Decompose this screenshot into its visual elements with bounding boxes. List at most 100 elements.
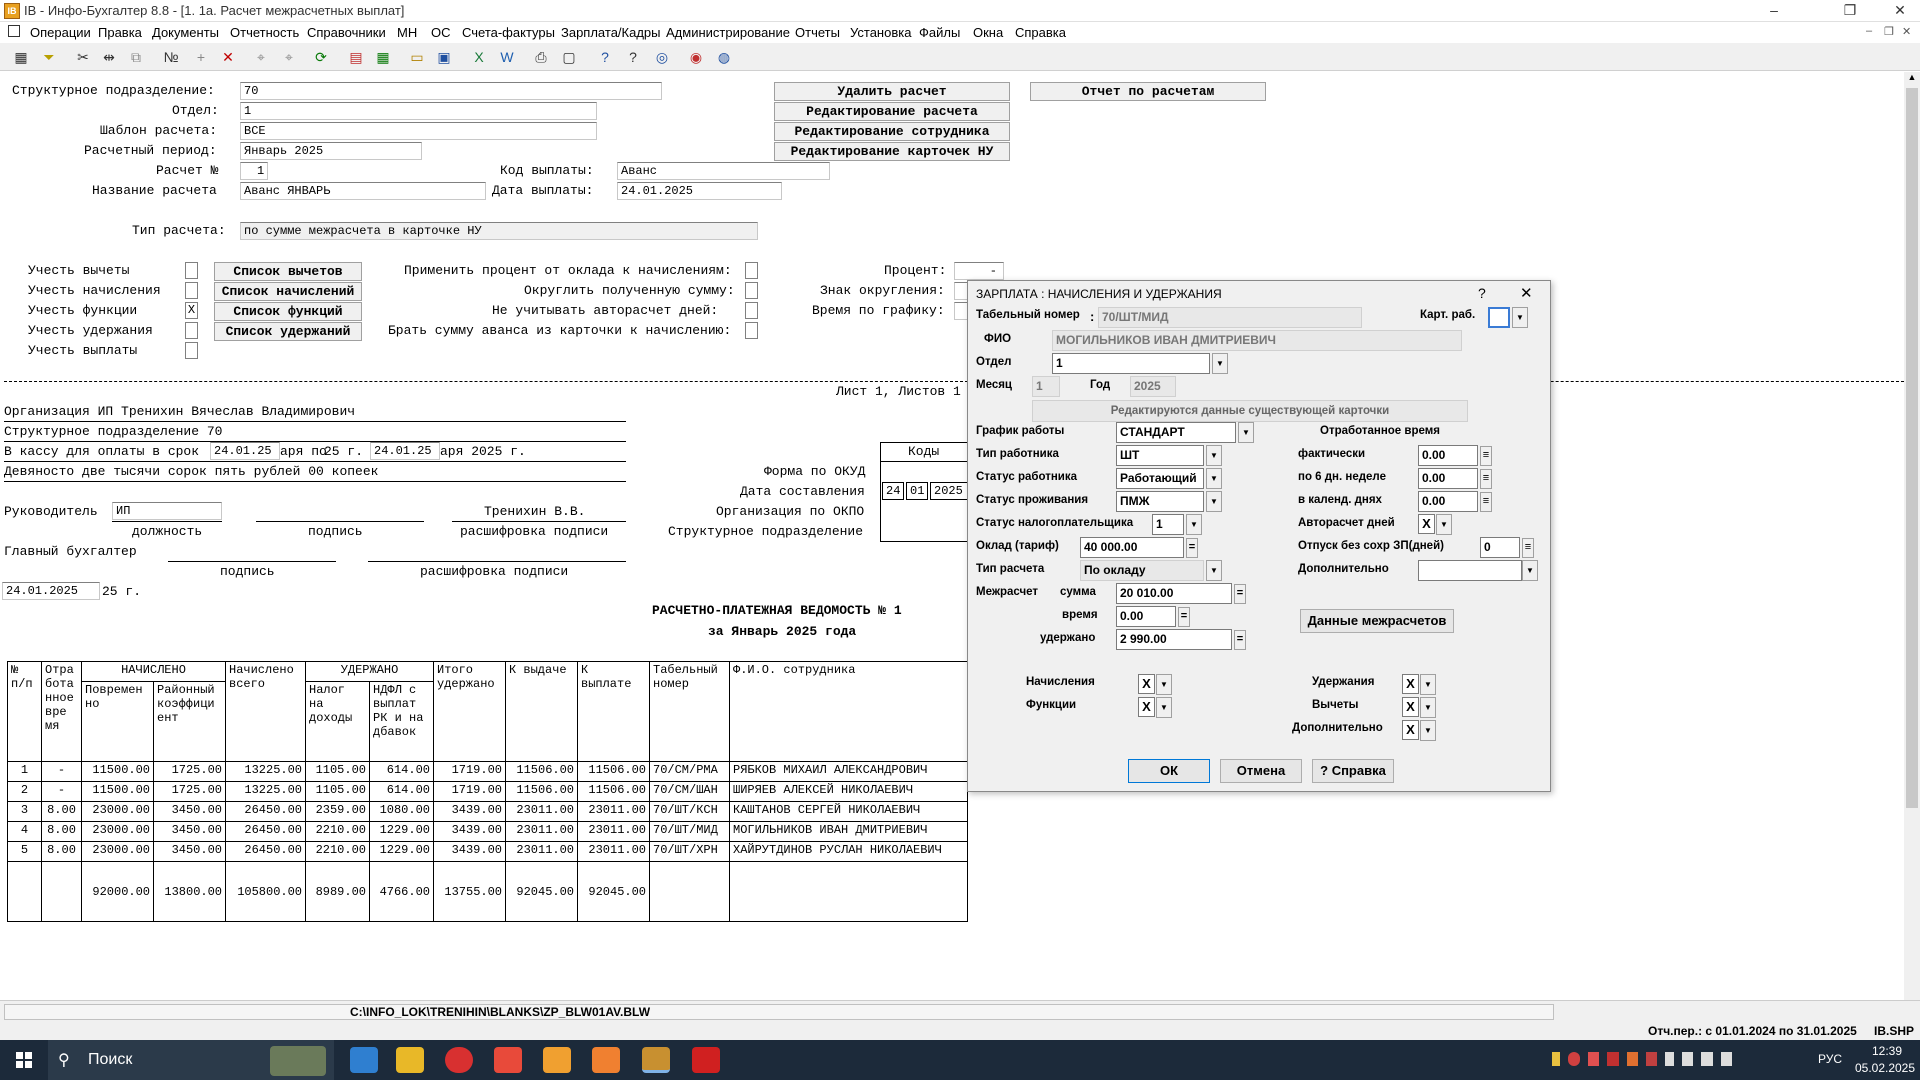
infobuhgalter-taskbar-icon[interactable] [642,1047,670,1073]
filter-icon[interactable]: ⏷ [38,46,60,68]
dept-dropdown-icon[interactable]: ▼ [1212,353,1228,374]
extra-options-checkbox[interactable]: X [1402,720,1419,740]
minimize-button[interactable]: – [1754,0,1794,22]
menu-item-1[interactable]: Правка [98,25,142,40]
worker-type-dropdown-icon[interactable]: ▼ [1206,445,1222,466]
calcname-field[interactable]: Аванс ЯНВАРЬ [240,182,486,200]
opt-round-checkbox[interactable] [745,282,758,299]
edge-icon[interactable] [350,1047,378,1073]
mdi-min-icon[interactable]: – [1866,25,1872,37]
spreadsheet-icon[interactable]: ▦ [372,46,394,68]
func-list-button[interactable]: Список функций [214,302,362,321]
cash-date2-field[interactable]: 24.01.25 [370,442,440,460]
compass-icon[interactable]: ◎ [651,46,673,68]
calc-type-field[interactable]: По окладу [1080,560,1204,581]
menu-item-14[interactable]: Справка [1015,25,1066,40]
auto-days-dropdown-icon[interactable]: ▼ [1436,514,1452,535]
taxpayer-status-field[interactable]: 1 [1152,514,1184,535]
menu-item-7[interactable]: Счета-фактуры [462,25,555,40]
table-row[interactable]: 1-11500.00 1725.00 13225.00 1105.00 614.00 17… [7,761,968,782]
auto-days-checkbox[interactable]: X [1418,514,1435,534]
functions-checkbox[interactable]: X [1138,697,1155,717]
cut-icon[interactable]: ✂ [72,46,94,68]
dialog-help-icon[interactable]: ? [1478,285,1486,301]
accrual-checkbox[interactable] [185,282,198,299]
menu-item-12[interactable]: Файлы [919,25,960,40]
month-field[interactable]: 1 [1032,376,1060,397]
six-day-calc-button[interactable]: ≡ [1480,469,1492,489]
context-help-icon[interactable]: ? [622,46,644,68]
edit-cards-button[interactable]: Редактирование карточек НУ [774,142,1010,161]
menu-item-4[interactable]: Справочники [307,25,386,40]
opt-autocalc-checkbox[interactable] [745,302,758,319]
interim-time-calc-button[interactable]: = [1178,607,1190,627]
help-icon[interactable]: ? [594,46,616,68]
deductions-checkbox[interactable]: X [1402,697,1419,717]
menu-item-13[interactable]: Окна [973,25,1003,40]
salary-calc-button[interactable]: = [1186,538,1198,558]
worker-status-field[interactable]: Работающий [1116,468,1204,489]
compdate-month[interactable]: 01 [906,482,928,500]
pay-checkbox[interactable] [185,342,198,359]
fio-field[interactable]: МОГИЛЬНИКОВ ИВАН ДМИТРИЕВИЧ [1052,330,1462,351]
report-icon[interactable]: ▤ [345,46,367,68]
edit-calc-button[interactable]: Редактирование расчета [774,102,1010,121]
pick-icon[interactable]: ⌖ [250,46,272,68]
calendar-days-field[interactable]: 0.00 [1418,491,1478,512]
card-field[interactable] [1488,307,1510,328]
calc-report-button[interactable]: Отчет по расчетам [1030,82,1266,101]
year-field[interactable]: 2025 [1130,376,1176,397]
paycode-field[interactable]: Аванс [617,162,830,180]
tasks-app-icon[interactable] [543,1047,571,1073]
vertical-scrollbar[interactable]: ▲ [1904,72,1920,1000]
tab-number-field[interactable]: 70/ШТ/МИД [1098,307,1362,328]
refresh-icon[interactable]: ⟳ [310,46,332,68]
calendar-days-calc-button[interactable]: ≡ [1480,492,1492,512]
language-indicator[interactable]: РУС [1818,1052,1842,1066]
cancel-button[interactable]: Отмена [1220,759,1302,783]
clock-time[interactable]: 12:39 [1862,1044,1912,1058]
menu-item-5[interactable]: МН [397,25,417,40]
unpick-icon[interactable]: ⌖ [278,46,300,68]
word-icon[interactable]: W [496,46,518,68]
split-icon[interactable]: ⇹ [98,46,120,68]
opt-advance-checkbox[interactable] [745,322,758,339]
dialog-close-icon[interactable]: ✕ [1520,284,1533,302]
accruals-checkbox[interactable]: X [1138,674,1155,694]
close-window-button[interactable]: ✕ [1880,0,1920,22]
menu-item-9[interactable]: Администрирование [666,25,790,40]
compdate-year[interactable]: 2025 [930,482,968,500]
additional-field[interactable] [1418,560,1522,581]
report-date-field[interactable]: 24.01.2025 [2,582,100,600]
table-row[interactable]: 5 8.00 23000.00 3450.00 26450.00 2210.00 1229.… [7,841,968,862]
hold-checkbox[interactable] [185,322,198,339]
struct-field[interactable]: 70 [240,82,662,100]
taxpayer-status-dropdown-icon[interactable]: ▼ [1186,514,1202,535]
tray-icons[interactable] [1552,1052,1732,1068]
open-folder-icon[interactable]: ▭ [406,46,428,68]
opt-percent-checkbox[interactable] [745,262,758,279]
template-field[interactable]: ВСЕ [240,122,597,140]
schedule-field[interactable]: СТАНДАРТ [1116,422,1236,443]
scroll-thumb[interactable] [1906,88,1918,808]
holdings-dropdown-icon[interactable]: ▼ [1420,674,1436,695]
accruals-dropdown-icon[interactable]: ▼ [1156,674,1172,695]
menu-item-11[interactable]: Установка [850,25,911,40]
unpaid-leave-calc-button[interactable]: ≡ [1522,538,1534,558]
help-button[interactable]: ? Справка [1312,759,1394,783]
schedule-dropdown-icon[interactable]: ▼ [1238,422,1254,443]
excel-icon[interactable]: X [468,46,490,68]
add-icon[interactable]: + [190,46,212,68]
pdf-reader-icon[interactable] [692,1047,720,1073]
holdings-checkbox[interactable]: X [1402,674,1419,694]
globe-icon[interactable]: ◍ [713,46,735,68]
card-dropdown-icon[interactable]: ▼ [1512,307,1528,328]
scroll-up-icon[interactable]: ▲ [1905,72,1919,86]
hold-list-button[interactable]: Список удержаний [214,322,362,341]
menu-item-3[interactable]: Отчетность [230,25,299,40]
residence-dropdown-icon[interactable]: ▼ [1206,491,1222,512]
yandex-browser-icon[interactable] [445,1047,473,1073]
table-row[interactable]: 4 8.00 23000.00 3450.00 26450.00 2210.00 1229.… [7,821,968,842]
clock-date[interactable]: 05.02.2025 [1852,1061,1918,1075]
mdi-close-icon[interactable]: ✕ [1902,25,1911,38]
